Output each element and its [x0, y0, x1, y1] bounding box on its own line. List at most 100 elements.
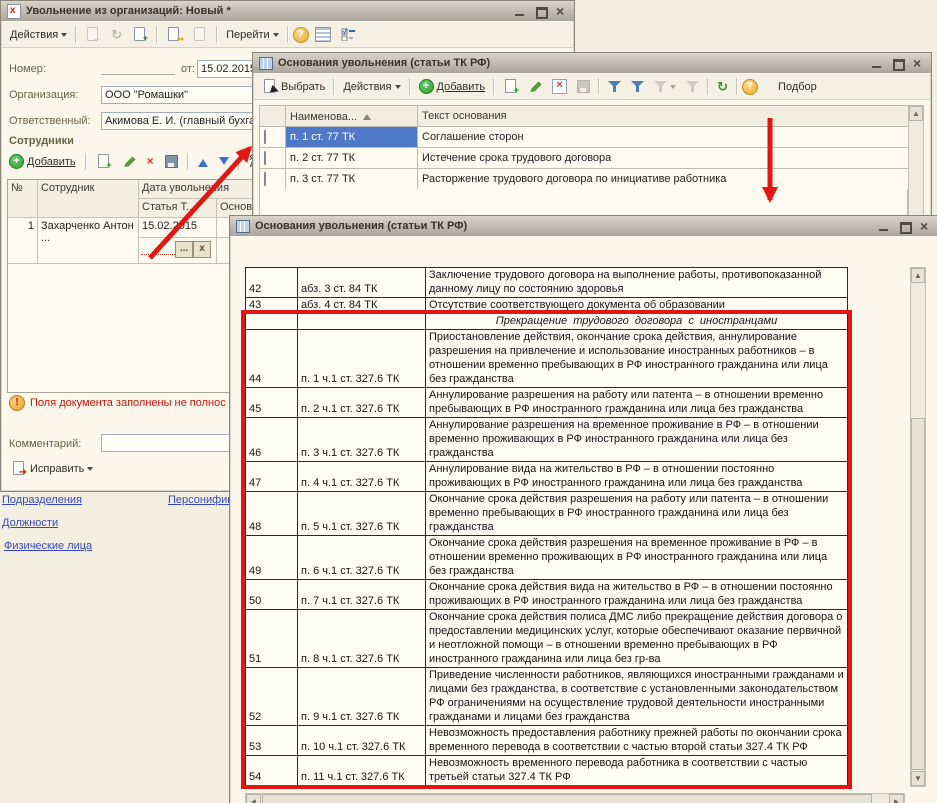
ref-horizontal-scrollbar[interactable]: ◄ ► [245, 793, 905, 803]
unpost-document-button[interactable] [188, 26, 212, 43]
scroll-up-icon[interactable]: ▲ [909, 106, 923, 121]
article-code-cell[interactable]: абз. 4 ст. 84 ТК [298, 298, 426, 314]
fix-button[interactable]: ➔ Исправить [7, 460, 97, 477]
maximize-icon[interactable] [892, 58, 904, 69]
minimize-icon[interactable] [878, 221, 890, 232]
clear-filter-button[interactable] [682, 79, 703, 94]
row-number-cell[interactable]: 49 [246, 536, 298, 580]
post-document-button[interactable]: ●● [162, 26, 186, 43]
article-code-cell[interactable]: абз. 3 ст. 84 ТК [298, 268, 426, 298]
row-selector-cell[interactable] [260, 148, 286, 169]
clear-x-button[interactable]: x [193, 241, 211, 258]
copy-row-button[interactable]: + [92, 153, 116, 170]
basis-text-cell[interactable]: Аннулирование разрешения на работу или п… [426, 388, 848, 418]
row-number-cell[interactable]: 48 [246, 492, 298, 536]
row-number-cell[interactable]: 54 [246, 756, 298, 786]
scroll-thumb[interactable] [262, 794, 872, 803]
delete-row-button[interactable]: × [143, 154, 158, 169]
row-selector-cell[interactable] [260, 127, 286, 148]
row-number-cell[interactable]: 51 [246, 610, 298, 668]
basis-text-cell[interactable]: Окончание срока действия вида на жительс… [426, 580, 848, 610]
reference-row[interactable]: 43 абз. 4 ст. 84 ТК Отсутствие соответст… [246, 298, 848, 314]
basis-code-cell[interactable]: п. 1 ст. 77 ТК [286, 127, 418, 148]
reference-row[interactable]: 46 п. 3 ч.1 ст. 327.6 ТК Аннулирование р… [246, 418, 848, 462]
reference-row[interactable]: 49 п. 6 ч.1 ст. 327.6 ТК Окончание срока… [246, 536, 848, 580]
row-num-cell[interactable]: 1 [8, 218, 38, 264]
copy-item-button[interactable]: + [499, 78, 523, 95]
link-personified[interactable]: Персонифиц [168, 494, 230, 506]
row-number-cell[interactable]: 52 [246, 668, 298, 726]
help-button[interactable]: ? [742, 79, 758, 95]
row-number-cell[interactable]: 42 [246, 268, 298, 298]
list-row[interactable]: п. 2 ст. 77 ТК Истечение срока трудового… [260, 148, 909, 169]
store-button[interactable]: ← [81, 26, 105, 43]
list-window-titlebar[interactable]: Основания увольнения (статьи ТК РФ) × [253, 53, 931, 73]
reference-row[interactable]: 51 п. 8 ч.1 ст. 327.6 ТК Окончание срока… [246, 610, 848, 668]
list-row[interactable]: п. 3 ст. 77 ТК Расторжение трудового дог… [260, 169, 909, 190]
end-edit-button[interactable] [161, 154, 182, 169]
close-icon[interactable]: × [556, 6, 568, 17]
basis-text-cell[interactable]: Невозможность временного перевода работн… [426, 756, 848, 786]
reference-row[interactable]: 54 п. 11 ч.1 ст. 327.6 ТК Невозможность … [246, 756, 848, 786]
basis-text-cell[interactable]: Приостановление действия, окончание срок… [426, 330, 848, 388]
settings-button[interactable] [337, 27, 360, 42]
basis-text-cell[interactable]: Истечение срока трудового договора [418, 148, 909, 169]
scroll-down-icon[interactable]: ▼ [911, 771, 925, 786]
scroll-thumb[interactable] [911, 418, 925, 770]
basis-text-cell[interactable]: Отсутствие соответствующего документа об… [426, 298, 848, 314]
article-code-cell[interactable]: п. 1 ч.1 ст. 327.6 ТК [298, 330, 426, 388]
minimize-icon[interactable] [871, 58, 883, 69]
reference-row[interactable]: 53 п. 10 ч.1 ст. 327.6 ТК Невозможность … [246, 726, 848, 756]
basis-text-cell[interactable]: Окончание срока действия разрешения на в… [426, 536, 848, 580]
add-button[interactable]: +Добавить [415, 78, 490, 95]
basis-text-cell[interactable]: Окончание срока действия разрешения на р… [426, 492, 848, 536]
name-column-header[interactable]: Наименова... [286, 106, 418, 127]
reference-row[interactable]: 47 п. 4 ч.1 ст. 327.6 ТК Аннулирование в… [246, 462, 848, 492]
row-number-cell[interactable]: 47 [246, 462, 298, 492]
basis-text-cell[interactable]: Расторжение трудового договора по инициа… [418, 169, 909, 190]
reference-row[interactable]: 45 п. 2 ч.1 ст. 327.6 ТК Аннулирование р… [246, 388, 848, 418]
pick-button[interactable]: Подбор [774, 80, 821, 94]
ref-window-titlebar[interactable]: Основания увольнения (статьи ТК РФ) × [230, 216, 937, 236]
add-row-button[interactable]: +Добавить [5, 153, 80, 170]
row-selector-cell[interactable] [260, 169, 286, 190]
row-number-cell[interactable]: 44 [246, 330, 298, 388]
edit-row-button[interactable] [119, 154, 140, 169]
open-list-button[interactable] [311, 26, 335, 43]
basis-text-cell[interactable]: Приведение численности работников, являю… [426, 668, 848, 726]
goto-menu-button[interactable]: Перейти [222, 28, 283, 42]
link-departments[interactable]: Подразделения [2, 494, 82, 506]
row-number-cell[interactable]: 45 [246, 388, 298, 418]
minimize-icon[interactable] [514, 6, 526, 17]
number-field[interactable] [101, 59, 175, 75]
article-code-cell[interactable]: п. 10 ч.1 ст. 327.6 ТК [298, 726, 426, 756]
move-down-button[interactable] [215, 152, 233, 171]
main-window-titlebar[interactable]: Увольнение из организаций: Новый * × [1, 1, 574, 21]
scroll-left-icon[interactable]: ◄ [246, 794, 261, 803]
scroll-right-icon[interactable]: ► [889, 794, 904, 803]
article-code-cell[interactable]: п. 5 ч.1 ст. 327.6 ТК [298, 492, 426, 536]
refresh-button[interactable]: ↻ [713, 79, 732, 94]
actions-menu-button[interactable]: Действия [6, 28, 71, 42]
close-icon[interactable]: × [920, 221, 932, 232]
basis-text-cell[interactable]: Прекращение трудового договора с иностра… [426, 314, 848, 330]
link-individuals[interactable]: Физические лица [4, 540, 92, 552]
actions-menu-button[interactable]: Действия [339, 80, 404, 94]
row-number-cell[interactable]: 53 [246, 726, 298, 756]
article-code-cell[interactable]: п. 3 ч.1 ст. 327.6 ТК [298, 418, 426, 462]
row-number-cell[interactable]: 50 [246, 580, 298, 610]
basis-code-cell[interactable]: п. 3 ст. 77 ТК [286, 169, 418, 190]
reread-button[interactable]: ↻ [107, 27, 126, 42]
close-icon[interactable]: × [913, 58, 925, 69]
basis-text-cell[interactable]: Аннулирование вида на жительство в РФ – … [426, 462, 848, 492]
basis-text-cell[interactable]: Соглашение сторон [418, 127, 909, 148]
ref-vertical-scrollbar[interactable]: ▲ ▼ [910, 267, 926, 787]
article-code-cell[interactable]: п. 2 ч.1 ст. 327.6 ТК [298, 388, 426, 418]
list-row[interactable]: п. 1 ст. 77 ТК Соглашение сторон [260, 127, 909, 148]
link-positions[interactable]: Должности [2, 517, 58, 529]
reference-row[interactable]: 48 п. 5 ч.1 ст. 327.6 ТК Окончание срока… [246, 492, 848, 536]
article-code-cell[interactable]: п. 4 ч.1 ст. 327.6 ТК [298, 462, 426, 492]
article-code-cell[interactable]: п. 7 ч.1 ст. 327.6 ТК [298, 580, 426, 610]
move-up-button[interactable] [194, 156, 212, 168]
copy-document-button[interactable]: + [128, 26, 152, 43]
